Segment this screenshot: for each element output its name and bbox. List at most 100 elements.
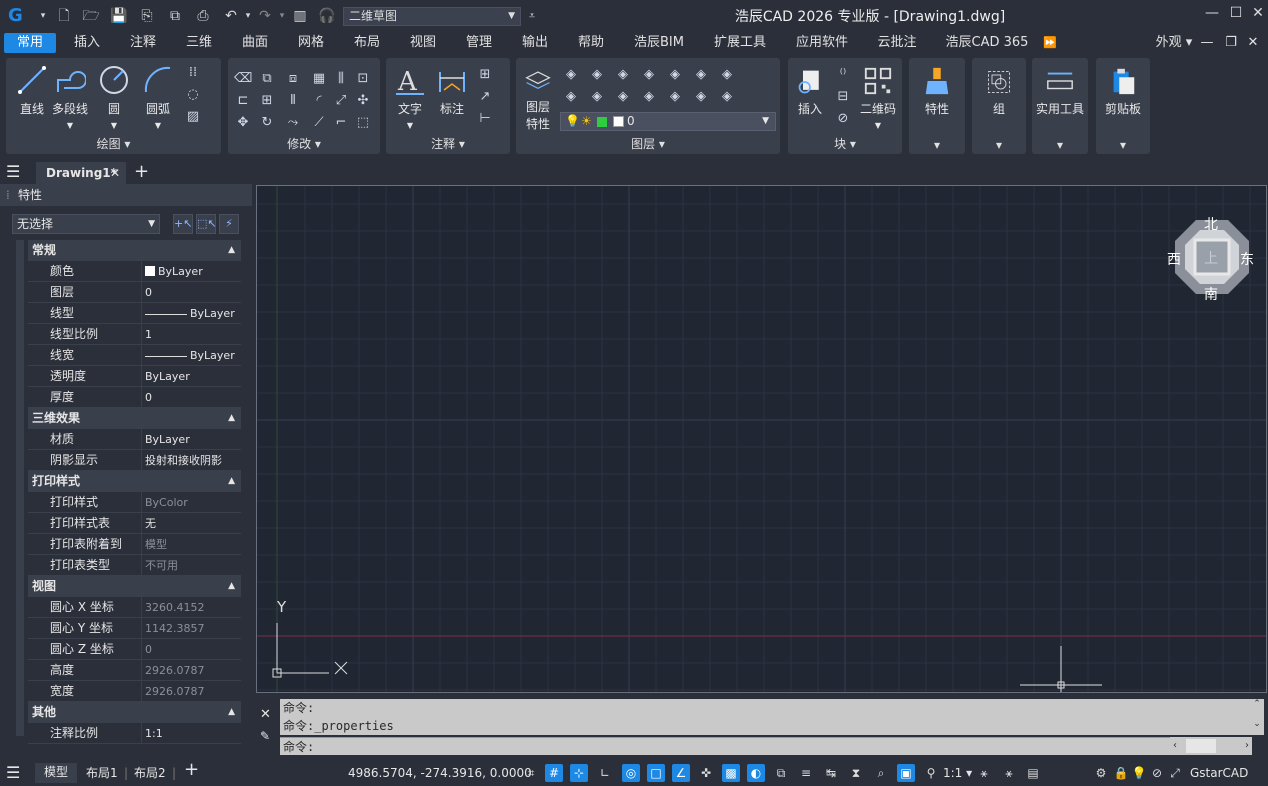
viewcube-north[interactable]: 北 bbox=[1204, 214, 1218, 234]
collapse-icon[interactable]: ▲ bbox=[228, 240, 235, 261]
tab-apps[interactable]: 应用软件 bbox=[788, 33, 856, 53]
property-row[interactable]: 打印表附着到 模型 bbox=[28, 534, 241, 555]
auto-scale-icon[interactable]: ⚹ bbox=[1000, 764, 1018, 782]
property-section-header[interactable]: 常规 ▲ bbox=[28, 240, 241, 261]
otrack-icon[interactable]: ∠ bbox=[672, 764, 690, 782]
hamburger-menu-icon[interactable]: ☰ bbox=[6, 163, 20, 181]
utilities-button[interactable]: 实用工具 bbox=[1032, 66, 1088, 117]
property-value[interactable]: 1 bbox=[141, 324, 241, 345]
property-value[interactable]: 1142.3857 bbox=[141, 618, 241, 639]
layer-properties-button[interactable]: 图层 特性 bbox=[520, 68, 556, 132]
appearance-menu[interactable]: 外观 ▾ bbox=[1150, 33, 1198, 53]
property-section-header[interactable]: 打印样式 ▲ bbox=[28, 471, 241, 492]
layer-merge-icon[interactable]: ◈ bbox=[640, 88, 658, 106]
layers-group-title[interactable]: 图层 ▾ bbox=[516, 135, 780, 152]
ribbon-close-icon[interactable]: ✕ bbox=[1244, 33, 1262, 53]
ellipse-icon[interactable]: ◌ bbox=[184, 86, 202, 104]
tab-extensions[interactable]: 扩展工具 bbox=[706, 33, 774, 53]
layer-freeze-icon[interactable]: ◈ bbox=[588, 66, 606, 84]
ribbon-restore-icon[interactable]: ❐ bbox=[1222, 33, 1240, 53]
tab-mesh[interactable]: 网格 bbox=[286, 33, 336, 53]
layer-state-icon[interactable]: ◈ bbox=[718, 88, 736, 106]
sheet-icon[interactable]: ▤ bbox=[1024, 764, 1042, 782]
more-tabs-icon[interactable]: ⏩ bbox=[1040, 33, 1060, 53]
new-tab-icon[interactable]: + bbox=[134, 162, 149, 182]
property-row[interactable]: 线宽 ByLayer bbox=[28, 345, 241, 366]
extend-icon[interactable]: ⟋ bbox=[310, 114, 328, 132]
join-icon[interactable]: ⬚ bbox=[354, 114, 372, 132]
erase-icon[interactable]: ⌫ bbox=[234, 70, 252, 88]
gear-icon[interactable]: ⚙ bbox=[1092, 764, 1110, 782]
annotation-visibility-icon[interactable]: ⚹ bbox=[975, 764, 993, 782]
property-row[interactable]: 线型 ByLayer bbox=[28, 303, 241, 324]
new-file-icon[interactable]: 🗋 bbox=[55, 7, 73, 25]
scroll-right-icon[interactable]: › bbox=[1245, 737, 1249, 755]
property-value[interactable]: 0 bbox=[141, 639, 241, 660]
trim-icon[interactable]: ⊏ bbox=[234, 92, 252, 110]
layer-isolate-icon[interactable]: ◈ bbox=[640, 66, 658, 84]
property-value[interactable]: ByLayer bbox=[141, 345, 241, 366]
workspace-select[interactable]: 二维草图 ▼ bbox=[343, 7, 521, 26]
array-icon[interactable]: ▦ bbox=[310, 70, 328, 88]
text-button[interactable]: A 文字 ▼ bbox=[392, 64, 428, 131]
dynamic-ucs-icon[interactable]: ✜ bbox=[697, 764, 715, 782]
tab-output[interactable]: 输出 bbox=[510, 33, 560, 53]
property-value[interactable]: 无 bbox=[141, 513, 241, 534]
property-row[interactable]: 圆心 Y 坐标 1142.3857 bbox=[28, 618, 241, 639]
annotation-monitor-icon[interactable]: ≡ bbox=[797, 764, 815, 782]
layers-icon[interactable]: ⧗ bbox=[847, 764, 865, 782]
tab-cloud-markup[interactable]: 云批注 bbox=[870, 33, 924, 53]
chevron-down-icon[interactable]: ▾ bbox=[972, 138, 1026, 152]
property-value[interactable]: 3260.4152 bbox=[141, 597, 241, 618]
current-layer-select[interactable]: 💡 ☀ 0 ▼ bbox=[560, 112, 776, 131]
property-row[interactable]: 线型比例 1 bbox=[28, 324, 241, 345]
maximize-icon[interactable]: ☐ bbox=[1226, 5, 1246, 25]
model-space-icon[interactable]: ▣ bbox=[897, 764, 915, 782]
viewcube-top[interactable]: 上 bbox=[1204, 248, 1218, 268]
viewcube-south[interactable]: 南 bbox=[1204, 284, 1218, 304]
open-folder-icon[interactable]: 🗁 bbox=[82, 7, 100, 25]
block-refedit-icon[interactable]: ⊘ bbox=[834, 110, 852, 128]
property-value[interactable]: 不可用 bbox=[141, 555, 241, 576]
document-tab[interactable]: Drawing1* ✕ bbox=[36, 162, 126, 184]
stretch-icon[interactable]: ⤢ bbox=[332, 92, 350, 110]
property-row[interactable]: 透明度 ByLayer bbox=[28, 366, 241, 387]
rotate-icon[interactable]: ↻ bbox=[258, 114, 276, 132]
close-icon[interactable]: ✕ bbox=[260, 707, 271, 722]
drawing-canvas[interactable]: Y X 北 南 东 西 上 bbox=[256, 185, 1267, 693]
tab-cad365[interactable]: 浩辰CAD 365 bbox=[940, 33, 1034, 53]
tab-bim[interactable]: 浩辰BIM bbox=[626, 33, 692, 53]
property-value[interactable]: 1:1 bbox=[141, 723, 241, 744]
insert-block-button[interactable]: 插入 bbox=[792, 68, 828, 117]
redo-icon[interactable]: ↷ bbox=[256, 7, 274, 25]
property-section-header[interactable]: 其他 ▲ bbox=[28, 702, 241, 723]
property-row[interactable]: 圆心 Z 坐标 0 bbox=[28, 639, 241, 660]
grid-snap-icon[interactable]: ⌗ bbox=[522, 764, 540, 782]
undo-icon[interactable]: ↶ bbox=[222, 7, 240, 25]
property-value[interactable]: ByLayer bbox=[141, 429, 241, 450]
property-value[interactable]: 2926.0787 bbox=[141, 681, 241, 702]
selection-select[interactable]: 无选择 ▼ bbox=[12, 214, 160, 234]
align-icon[interactable]: ⫼ bbox=[332, 70, 350, 88]
qrcode-button[interactable]: 二维码 ▼ bbox=[858, 66, 898, 131]
cursor-coordinates[interactable]: 4986.5704, -274.3916, 0.0000 bbox=[348, 764, 532, 782]
property-value[interactable]: 0 bbox=[141, 387, 241, 408]
layer-match-icon[interactable]: ◈ bbox=[666, 66, 684, 84]
offset-icon[interactable]: ⊡ bbox=[354, 70, 372, 88]
osnap-icon[interactable]: □ bbox=[647, 764, 665, 782]
layer-unlock-icon[interactable]: ◈ bbox=[614, 88, 632, 106]
array-copy-icon[interactable]: ⧈ bbox=[284, 70, 302, 88]
property-row[interactable]: 图层 0 bbox=[28, 282, 241, 303]
scroll-thumb[interactable] bbox=[1186, 739, 1216, 753]
transparency-icon[interactable]: ◐ bbox=[747, 764, 765, 782]
property-row[interactable]: 材质 ByLayer bbox=[28, 429, 241, 450]
layer-copy-icon[interactable]: ◈ bbox=[692, 88, 710, 106]
property-section-header[interactable]: 视图 ▲ bbox=[28, 576, 241, 597]
chevron-down-icon[interactable]: ▾ bbox=[909, 138, 965, 152]
close-icon[interactable]: ✕ bbox=[1248, 5, 1268, 25]
qp-icon[interactable]: ↹ bbox=[822, 764, 840, 782]
polyline-button[interactable]: 多段线 ▼ bbox=[50, 64, 90, 131]
command-hscroll[interactable]: ‹ › bbox=[1170, 737, 1252, 755]
layer-lock-icon[interactable]: ◈ bbox=[614, 66, 632, 84]
save-all-icon[interactable]: ⧉ bbox=[166, 7, 184, 25]
